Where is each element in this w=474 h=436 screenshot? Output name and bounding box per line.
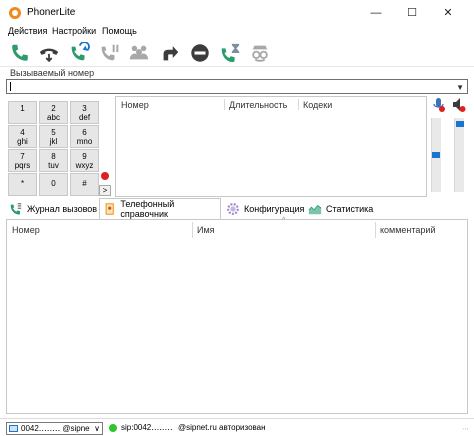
- call-waiting-button[interactable]: [218, 41, 242, 65]
- account-select[interactable]: 0042‥‥‥‥ @sipne ∨: [6, 422, 103, 435]
- hold-icon: [101, 44, 119, 61]
- tab-call-history[interactable]: Журнал вызовов: [6, 199, 97, 219]
- calls-column-codecs[interactable]: Кодеки: [303, 100, 332, 110]
- dialed-number-label: Вызываемый номер: [10, 68, 95, 78]
- tab-configuration-label: Конфигурация: [244, 204, 305, 214]
- do-not-disturb-icon: [191, 44, 209, 62]
- call-history-icon: [10, 203, 22, 215]
- dnd-button[interactable]: [188, 41, 212, 65]
- column-divider: [375, 222, 376, 238]
- transfer-icon: [163, 46, 179, 61]
- phonebook-list[interactable]: ^ Номер Имя комментарий: [6, 217, 468, 414]
- phonebook-column-comment[interactable]: комментарий: [380, 225, 435, 235]
- conference-button[interactable]: [127, 41, 151, 65]
- anonymous-icon: [252, 45, 268, 62]
- tab-statistics[interactable]: Статистика: [305, 199, 373, 219]
- hangup-icon: [39, 48, 59, 63]
- dialed-number-input[interactable]: ▼: [6, 79, 468, 94]
- redial-button[interactable]: [67, 41, 91, 65]
- dialpad-key-star[interactable]: *: [8, 173, 37, 196]
- speaker-volume-slider[interactable]: [454, 118, 464, 192]
- sort-caret-icon: ^: [282, 217, 286, 224]
- phonebook-column-name[interactable]: Имя: [197, 225, 215, 235]
- resize-grip-icon[interactable]: ⋯: [462, 425, 469, 433]
- dialpad-key-7[interactable]: 7 pqrs: [8, 149, 37, 172]
- call-waiting-icon: [221, 43, 240, 63]
- menu-help[interactable]: Помощь: [102, 26, 137, 36]
- minimize-button[interactable]: —: [362, 0, 390, 26]
- calls-column-duration[interactable]: Длительность: [229, 100, 287, 110]
- close-button[interactable]: ✕: [434, 0, 462, 26]
- column-divider: [298, 99, 299, 110]
- tab-phonebook[interactable]: Телефонный справочник: [99, 198, 221, 219]
- tab-configuration[interactable]: Конфигурация: [223, 199, 304, 219]
- phonerlite-logo-icon: [9, 7, 21, 19]
- statistics-chart-icon: [308, 204, 322, 215]
- phonebook-column-number[interactable]: Номер: [12, 225, 40, 235]
- expand-button[interactable]: >: [99, 185, 111, 196]
- phonebook-icon: [105, 203, 114, 215]
- dialpad-key-hash[interactable]: #: [70, 173, 99, 196]
- tab-call-history-label: Журнал вызовов: [27, 204, 98, 214]
- transfer-button[interactable]: [158, 41, 182, 65]
- speaker-muted-icon[interactable]: [452, 97, 466, 113]
- title-bar: PhonerLite — ☐ ✕: [0, 0, 474, 26]
- microphone-volume-slider[interactable]: [431, 118, 441, 192]
- dialpad-key-9[interactable]: 9 wxyz: [70, 149, 99, 172]
- sip-account-text: sip:0042‥‥‥‥: [121, 423, 173, 432]
- tab-phonebook-label: Телефонный справочник: [120, 199, 175, 219]
- window-title: PhonerLite: [27, 7, 76, 18]
- record-icon[interactable]: [101, 172, 109, 180]
- column-divider: [192, 222, 193, 238]
- account-icon: [9, 425, 18, 432]
- call-button[interactable]: [8, 41, 32, 65]
- column-divider: [224, 99, 225, 110]
- hangup-button[interactable]: [37, 41, 61, 65]
- dialpad-key-2[interactable]: 2 abc: [39, 101, 68, 124]
- menu-actions[interactable]: Действия: [8, 26, 47, 36]
- status-bar: 0042‥‥‥‥ @sipne ∨ sip:0042‥‥‥‥ @sipnet.r…: [0, 418, 474, 436]
- dialpad-key-3[interactable]: 3 def: [70, 101, 99, 124]
- call-icon: [12, 44, 28, 61]
- dialpad-key-5[interactable]: 5 jkl: [39, 125, 68, 148]
- account-select-value: 0042‥‥‥‥ @sipne: [21, 424, 90, 433]
- tab-statistics-label: Статистика: [326, 204, 374, 214]
- registration-status-icon: [109, 424, 117, 432]
- microphone-slider-thumb[interactable]: [432, 152, 440, 158]
- toolbar: [0, 38, 474, 67]
- conference-icon: [129, 45, 149, 60]
- tab-bar: Журнал вызовов Телефонный справочник Кон…: [0, 198, 474, 219]
- chevron-down-icon[interactable]: ▼: [456, 83, 464, 92]
- dialpad-key-1[interactable]: 1: [8, 101, 37, 124]
- microphone-muted-icon[interactable]: [432, 97, 446, 113]
- volume-controls: [428, 97, 468, 197]
- hold-button[interactable]: [97, 41, 121, 65]
- dialpad-key-0[interactable]: 0: [39, 173, 68, 196]
- dialpad-key-8[interactable]: 8 tuv: [39, 149, 68, 172]
- calls-column-number[interactable]: Номер: [121, 100, 149, 110]
- menu-bar: Действия Настройки Помощь: [0, 26, 474, 38]
- gear-icon: [227, 203, 239, 215]
- maximize-button[interactable]: ☐: [398, 0, 426, 26]
- dialpad-key-4[interactable]: 4 ghi: [8, 125, 37, 148]
- redial-icon: [71, 42, 90, 61]
- menu-settings[interactable]: Настройки: [52, 26, 96, 36]
- active-calls-list[interactable]: Номер Длительность Кодеки: [115, 96, 427, 197]
- dialpad-key-6[interactable]: 6 mno: [70, 125, 99, 148]
- registration-status-text: @sipnet.ru авторизован: [178, 423, 266, 432]
- dialpad: 1 2 abc 3 def 4 ghi 5 jkl 6 mno 7 pqrs 8 tuv 9w…: [8, 101, 99, 197]
- anonymous-button[interactable]: [248, 41, 272, 65]
- chevron-down-icon[interactable]: ∨: [94, 423, 100, 434]
- speaker-slider-thumb[interactable]: [456, 121, 464, 127]
